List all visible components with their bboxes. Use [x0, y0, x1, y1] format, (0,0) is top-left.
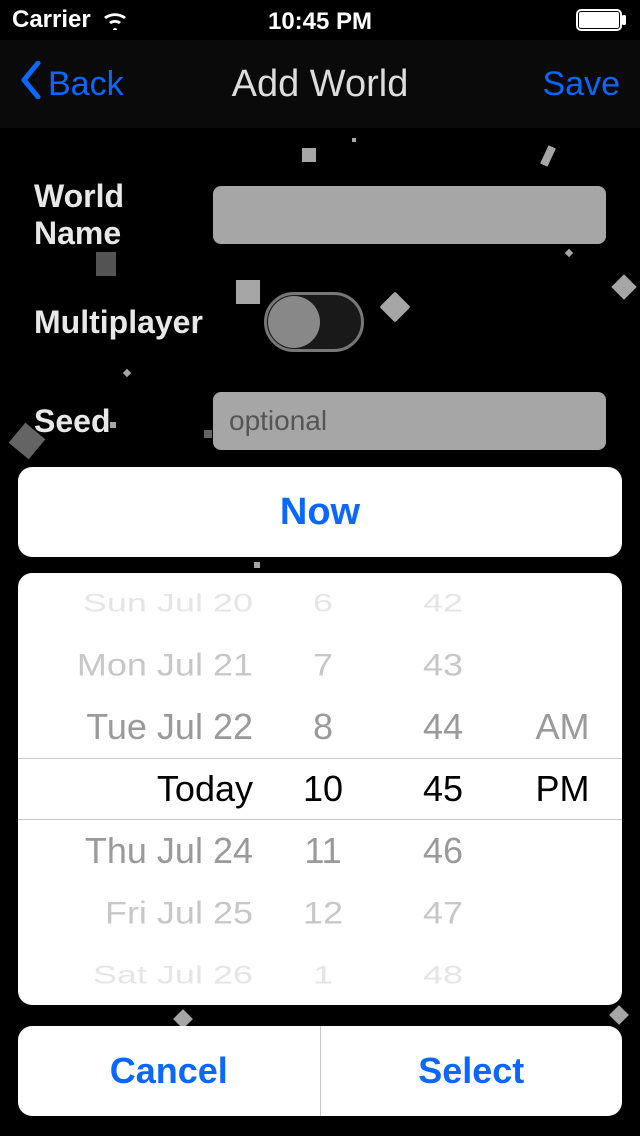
picker-minute-column[interactable]: 41 42 43 44 45 46 47 48 49 — [383, 573, 503, 1005]
picker-row-selected: Today — [157, 758, 253, 820]
picker-row: AM — [536, 696, 590, 758]
picker-hour-column[interactable]: 5 6 7 8 10 11 12 1 2 — [263, 573, 383, 1005]
picker-row: 12 — [303, 886, 343, 941]
nav-bar: Back Add World Save — [0, 40, 640, 128]
chevron-left-icon — [20, 61, 42, 108]
page-title: Add World — [232, 63, 409, 106]
save-button[interactable]: Save — [543, 65, 621, 104]
picker-row: 47 — [423, 886, 463, 941]
picker-row — [557, 886, 567, 941]
action-panel: Cancel Select — [18, 1026, 622, 1116]
picker-row: Mon Jul 21 — [77, 638, 253, 693]
picker-row: Tue Jul 22 — [86, 696, 253, 758]
picker-row — [557, 638, 567, 693]
picker-row: Thu Jul 24 — [85, 820, 253, 882]
world-name-label: World Name — [34, 178, 213, 252]
picker-row-selected: 45 — [423, 758, 463, 820]
particle-icon — [609, 1005, 629, 1025]
picker-row-selected: 10 — [303, 758, 343, 820]
multiplayer-toggle[interactable] — [264, 292, 364, 352]
picker-row — [557, 953, 567, 996]
picker-row: 7 — [313, 638, 333, 693]
seed-row: Seed — [34, 392, 606, 450]
toggle-knob-icon — [268, 296, 320, 348]
picker-row-selected: PM — [536, 758, 590, 820]
picker-row: 1 — [313, 953, 333, 996]
battery-icon — [576, 9, 628, 31]
cancel-button[interactable]: Cancel — [18, 1026, 320, 1116]
back-label: Back — [48, 65, 124, 104]
picker-row: Sat Jul 26 — [93, 953, 253, 996]
picker-row: Sun Jul 20 — [83, 581, 253, 624]
now-label: Now — [280, 491, 360, 534]
carrier-label: Carrier — [12, 6, 91, 34]
picker-row — [557, 581, 567, 624]
picker-row: 44 — [423, 696, 463, 758]
picker-row: 42 — [423, 581, 463, 624]
picker-row: Fri Jul 25 — [105, 886, 253, 941]
seed-input[interactable] — [213, 392, 606, 450]
particle-icon — [254, 562, 260, 568]
picker-row — [557, 820, 567, 882]
status-bar: Carrier 10:45 PM — [0, 0, 640, 40]
status-time: 10:45 PM — [268, 8, 372, 36]
back-button[interactable]: Back — [20, 61, 124, 108]
datetime-picker[interactable]: Sat Jul 19 Sun Jul 20 Mon Jul 21 Tue Jul… — [18, 573, 622, 1005]
seed-label: Seed — [34, 403, 213, 440]
multiplayer-label: Multiplayer — [34, 304, 264, 341]
picker-row: 11 — [304, 820, 341, 882]
picker-ampm-column[interactable]: AM PM — [503, 573, 622, 1005]
picker-row: 6 — [313, 581, 333, 624]
picker-row: 43 — [423, 638, 463, 693]
multiplayer-row: Multiplayer — [34, 292, 606, 352]
picker-row: 8 — [313, 696, 333, 758]
wifi-icon — [101, 10, 129, 30]
world-name-row: World Name — [34, 178, 606, 252]
picker-date-column[interactable]: Sat Jul 19 Sun Jul 20 Mon Jul 21 Tue Jul… — [18, 573, 263, 1005]
now-button[interactable]: Now — [18, 467, 622, 557]
world-name-input[interactable] — [213, 186, 606, 244]
form: World Name Multiplayer Seed — [0, 128, 640, 450]
picker-row: 46 — [423, 820, 463, 882]
picker-row: 48 — [423, 953, 463, 996]
select-button[interactable]: Select — [321, 1026, 623, 1116]
